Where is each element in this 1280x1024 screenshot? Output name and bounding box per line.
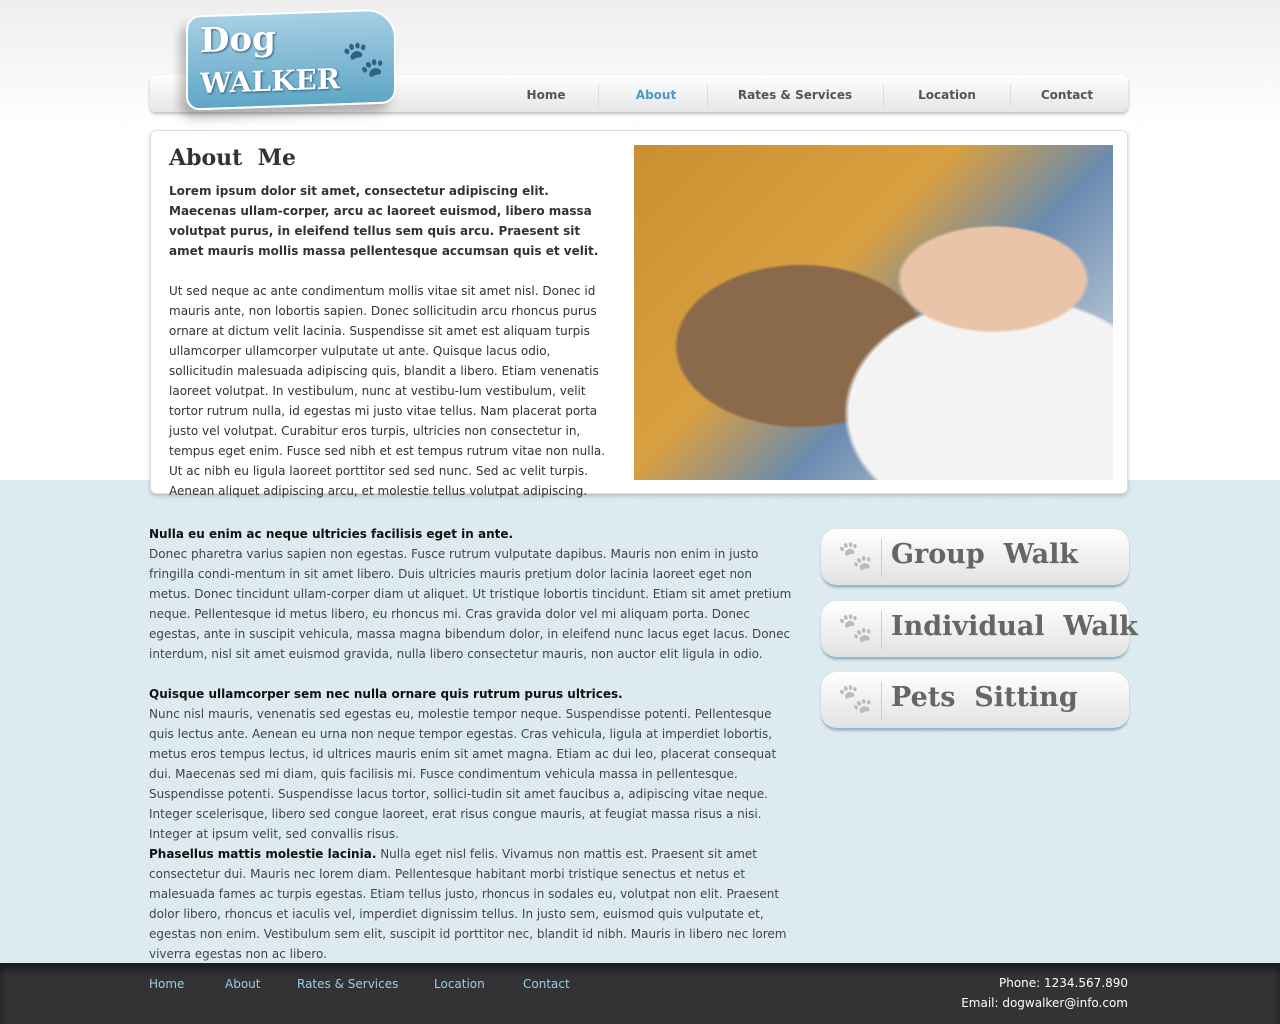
footer-phone: Phone: 1234.567.890 [998, 976, 1128, 990]
footer-link-location[interactable]: Location [434, 977, 485, 991]
footer-link-about[interactable]: About [225, 977, 260, 991]
man-with-dog-photo [634, 145, 1113, 480]
nav-divider [707, 84, 708, 108]
divider [881, 682, 882, 720]
paw-icon: 🐾︎ [338, 36, 389, 85]
service-label: Individual Walk [891, 611, 1138, 642]
service-group-walk-button[interactable]: 🐾︎ Group Walk [821, 529, 1129, 587]
divider [881, 611, 882, 649]
section-3: Phasellus mattis molestie lacinia. Nulla… [149, 844, 794, 964]
service-label: Pets Sitting [891, 682, 1078, 713]
section-heading: Phasellus mattis molestie lacinia. [149, 847, 377, 861]
service-individual-walk-button[interactable]: 🐾︎ Individual Walk [821, 601, 1138, 659]
section-text: Nulla eget nisl felis. Vivamus non matti… [149, 847, 787, 961]
footer-link-home[interactable]: Home [149, 977, 184, 991]
nav-divider [598, 84, 599, 108]
section-heading: Nulla eu enim ac neque ultricies facilis… [149, 527, 514, 541]
paw-icon: 🐾︎ [835, 609, 876, 647]
footer-link-rates-services[interactable]: Rates & Services [297, 977, 398, 991]
paw-icon: 🐾︎ [835, 680, 876, 718]
nav-about[interactable]: About [630, 88, 682, 102]
logo[interactable]: Dog WALKER 🐾︎ [186, 8, 396, 111]
divider [881, 539, 882, 577]
section-text: Nunc nisl mauris, venenatis sed egestas … [149, 707, 777, 841]
nav-contact[interactable]: Contact [1036, 88, 1098, 102]
section-text: Donec pharetra varius sapien non egestas… [149, 547, 792, 661]
footer-link-contact[interactable]: Contact [523, 977, 570, 991]
about-body: Ut sed neque ac ante condimentum mollis … [169, 284, 606, 498]
section-heading: Quisque ullamcorper sem nec nulla ornare… [149, 687, 623, 701]
nav-rates-services[interactable]: Rates & Services [730, 88, 860, 102]
logo-text-dog: Dog [200, 18, 276, 62]
paw-icon: 🐾︎ [835, 537, 876, 575]
footer [0, 963, 1280, 1024]
page-title: About Me [169, 145, 296, 171]
service-pets-sitting-button[interactable]: 🐾︎ Pets Sitting [821, 672, 1129, 730]
nav-location[interactable]: Location [910, 88, 984, 102]
section-1: Nulla eu enim ac neque ultricies facilis… [149, 524, 794, 664]
service-label: Group Walk [891, 539, 1079, 570]
nav-divider [1010, 84, 1011, 108]
nav-home[interactable]: Home [520, 88, 572, 102]
nav-divider [883, 84, 884, 108]
logo-text-walker: WALKER [200, 62, 341, 101]
section-2: Quisque ullamcorper sem nec nulla ornare… [149, 684, 794, 844]
about-lead: Lorem ipsum dolor sit amet, consectetur … [169, 184, 599, 258]
footer-email: Email: dogwalker@info.com [961, 996, 1128, 1010]
